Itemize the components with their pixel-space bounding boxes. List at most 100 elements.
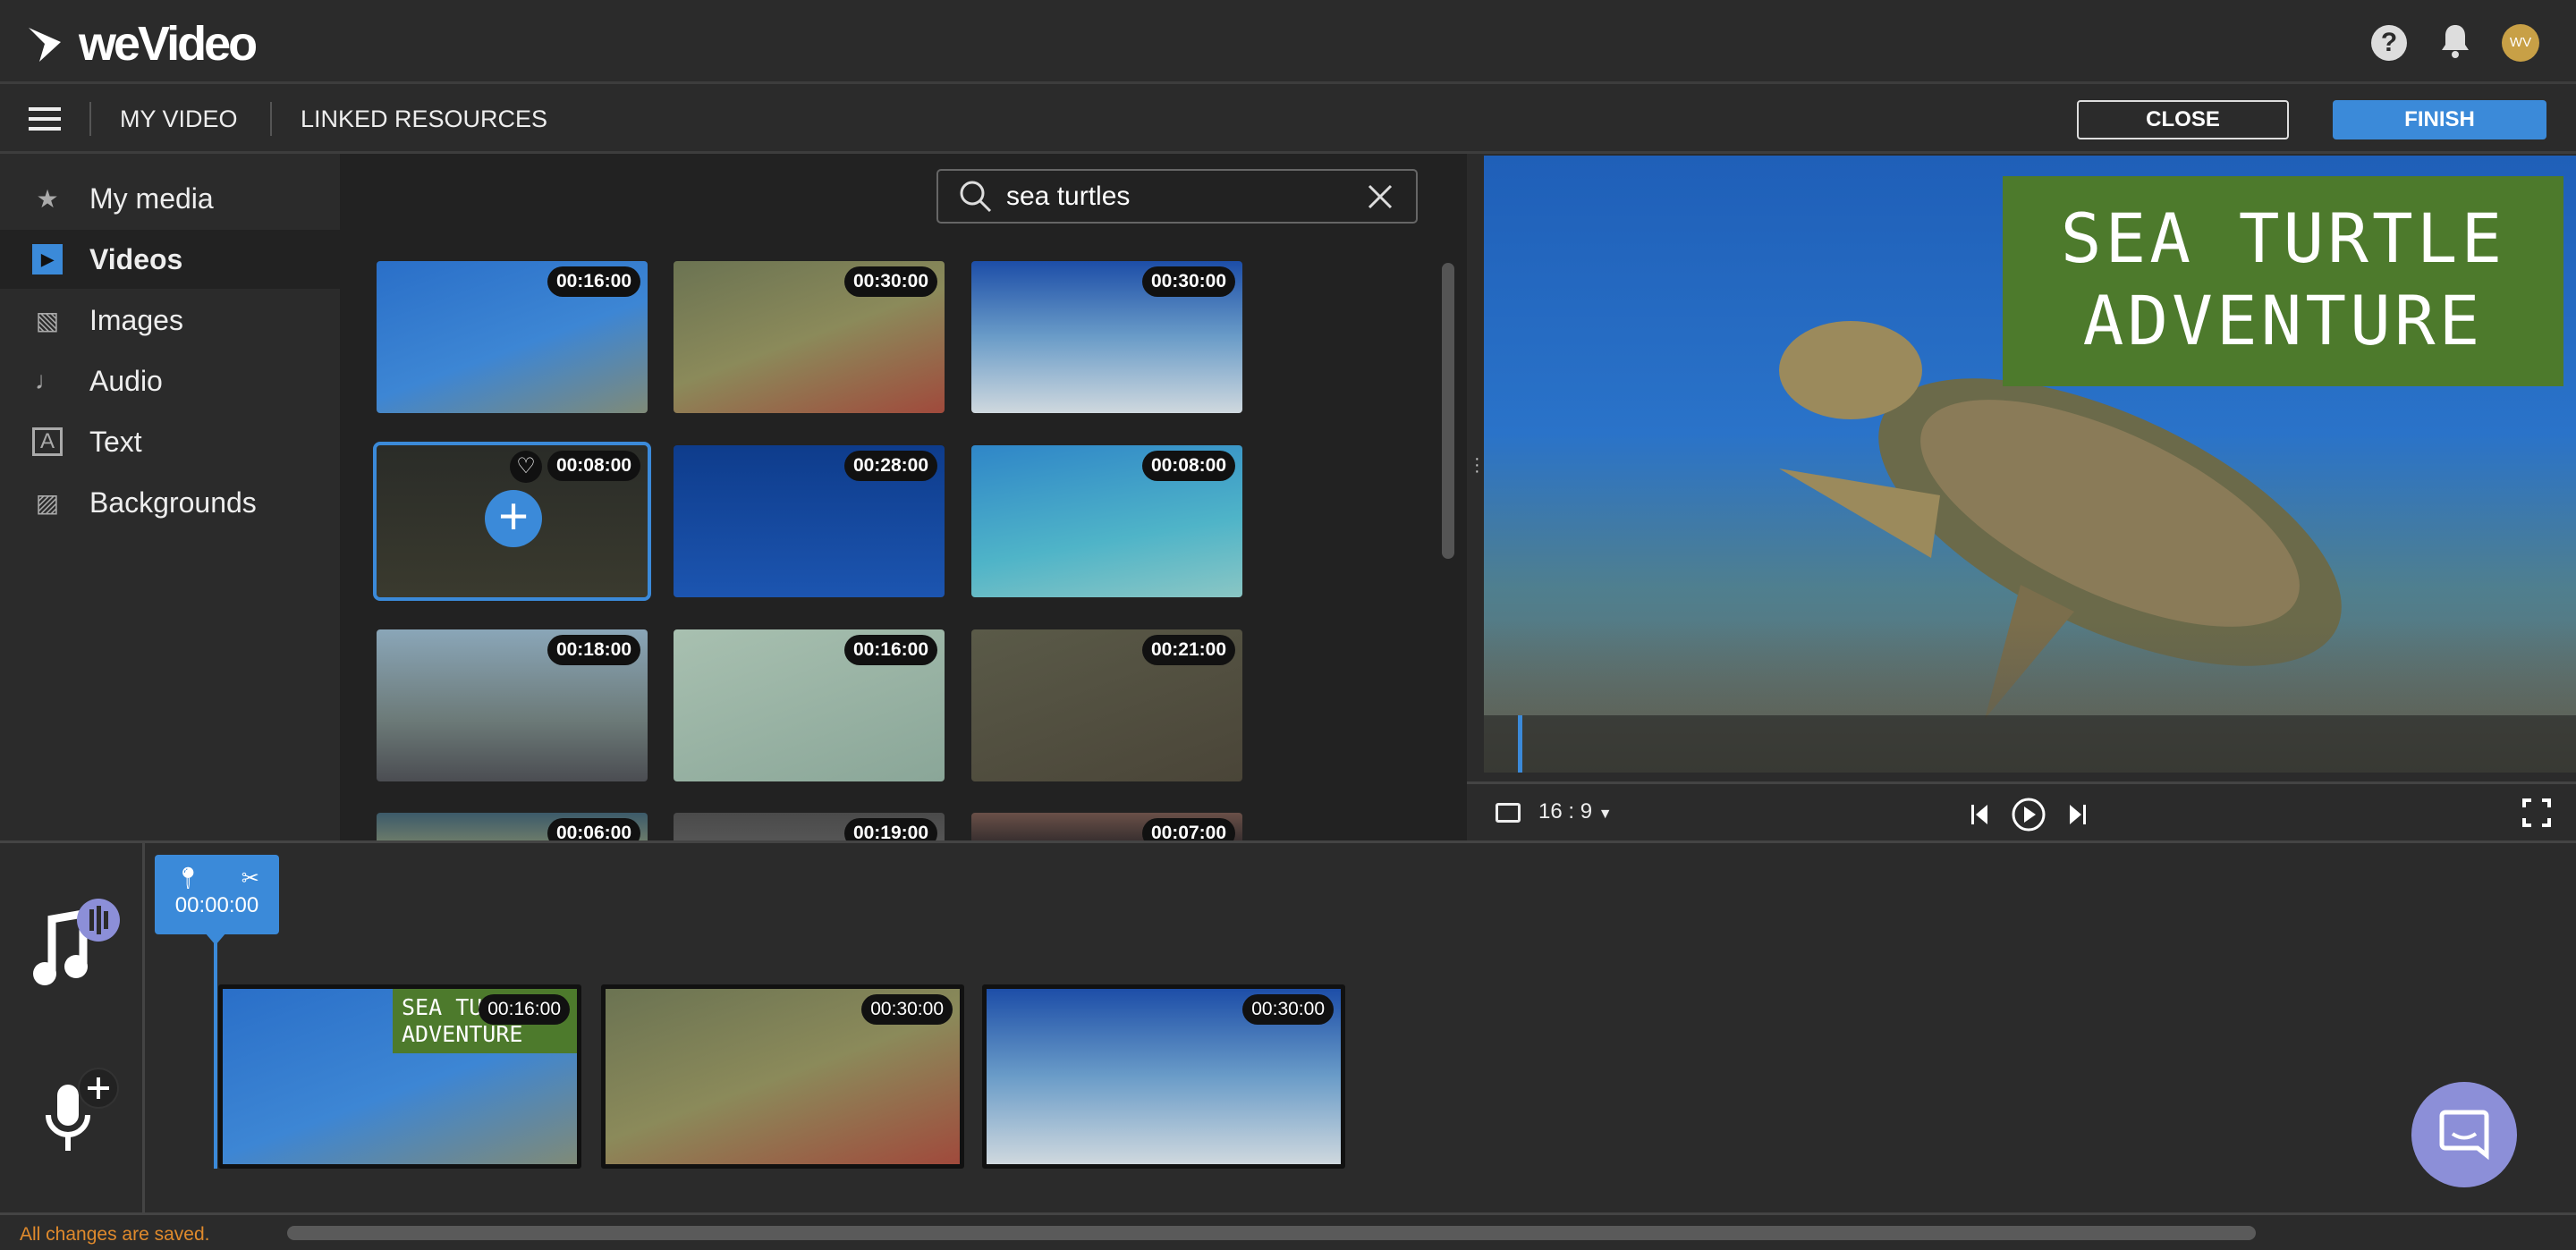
clip-duration: 00:16:00 <box>479 994 570 1025</box>
aspect-ratio-dropdown[interactable]: 16 : 9 ▼ <box>1538 799 1613 824</box>
sidebar-item-label: Images <box>89 303 183 336</box>
skip-back-icon[interactable] <box>1971 805 1987 824</box>
playhead-marker[interactable]: 📍︎ ✂ 00:00:00 <box>155 855 279 934</box>
duration-badge: 00:28:00 <box>843 451 937 481</box>
track-controls <box>0 843 145 1215</box>
duration-badge: 00:16:00 <box>547 266 640 297</box>
sidebar-item-label: Text <box>89 425 142 458</box>
sidebar-item-images[interactable]: ▧ Images <box>0 291 340 350</box>
duration-badge: 00:16:00 <box>843 635 937 665</box>
text-icon: A <box>32 427 63 456</box>
title-line-1: SEA TURTLE <box>2060 198 2506 278</box>
chat-button[interactable] <box>2411 1082 2517 1187</box>
duration-badge: 00:30:00 <box>1141 266 1235 297</box>
media-scrollbar[interactable] <box>1442 263 1454 559</box>
search-icon <box>960 181 992 212</box>
duration-badge: 00:08:00 <box>547 451 640 481</box>
duration-badge: 00:19:00 <box>843 818 937 840</box>
duration-badge: 00:07:00 <box>1141 818 1235 840</box>
timeline-clip[interactable]: 00:30:00 <box>601 984 964 1169</box>
clip-duration: 00:30:00 <box>1242 994 1334 1025</box>
top-bar: weVideo ? WV <box>0 0 2576 84</box>
sidebar-item-videos[interactable]: ▶ Videos <box>0 230 340 289</box>
media-thumbnail[interactable]: 00:16:00 <box>377 261 648 413</box>
status-bar: All changes are saved. <box>0 1212 2576 1250</box>
sidebar-item-audio[interactable]: ♩ Audio <box>0 351 340 410</box>
folder-star-icon: ★ <box>36 184 59 213</box>
music-track-icon[interactable] <box>27 897 125 991</box>
media-thumbnail[interactable]: 00:07:00 <box>971 813 1242 840</box>
video-play-icon: ▶ <box>32 244 63 274</box>
title-line-2: ADVENTURE <box>2082 281 2484 360</box>
preview-scrubber[interactable] <box>1484 715 2576 773</box>
preview-playhead[interactable] <box>1518 715 1522 773</box>
timeline: 📍︎ ✂ 00:00:00 SEA TURTLE ADVENTURE 00:16:00… <box>0 840 2576 1215</box>
fullscreen-icon[interactable] <box>2522 798 2551 827</box>
sidebar-item-label: Videos <box>89 242 183 275</box>
duration-badge: 00:21:00 <box>1141 635 1235 665</box>
sidebar-item-label: Backgrounds <box>89 486 257 519</box>
add-to-timeline-icon[interactable]: + <box>485 490 542 547</box>
media-thumbnail[interactable]: 00:28:00 <box>674 445 945 597</box>
search-input[interactable] <box>1006 181 1366 212</box>
linked-resources-link[interactable]: LINKED RESOURCES <box>301 84 547 154</box>
media-thumbnail[interactable]: 00:06:00 <box>377 813 648 840</box>
split-scissors-icon[interactable]: ✂ <box>242 866 259 891</box>
media-thumbnail[interactable]: 00:19:00 <box>674 813 945 840</box>
duration-badge: 00:18:00 <box>547 635 640 665</box>
close-button[interactable]: CLOSE <box>2077 100 2289 139</box>
aspect-ratio-value: 16 : 9 <box>1538 799 1593 823</box>
caret-down-icon: ▼ <box>1597 807 1613 822</box>
aspect-ratio-icon <box>1496 803 1521 823</box>
sidebar-item-backgrounds[interactable]: ▨ Backgrounds <box>0 473 340 532</box>
clip-duration: 00:30:00 <box>861 994 953 1025</box>
media-thumbnail[interactable]: 00:08:00 ♡ + <box>373 442 651 601</box>
timeline-clip[interactable]: 00:30:00 <box>982 984 1345 1169</box>
timeline-clip[interactable]: SEA TURTLE ADVENTURE 00:16:00 <box>218 984 581 1169</box>
media-thumbnail[interactable]: 00:21:00 <box>971 629 1242 781</box>
video-preview[interactable]: SEA TURTLE ADVENTURE <box>1484 156 2576 773</box>
save-status: All changes are saved. <box>20 1224 210 1245</box>
logo-icon <box>29 28 61 62</box>
preview-controls: 16 : 9 ▼ <box>1467 781 2576 840</box>
my-video-link[interactable]: MY VIDEO <box>120 84 238 154</box>
duration-badge: 00:30:00 <box>843 266 937 297</box>
panel-resize-handle[interactable]: · · · <box>1467 154 1484 840</box>
duration-badge: 00:06:00 <box>547 818 640 840</box>
bell-icon[interactable] <box>2440 23 2470 63</box>
add-marker-icon[interactable]: 📍︎ <box>174 866 201 891</box>
favorite-heart-icon[interactable]: ♡ <box>510 451 542 483</box>
image-icon: ▧ <box>35 306 60 334</box>
finish-button[interactable]: FINISH <box>2333 100 2546 139</box>
timeline-scrollbar[interactable] <box>287 1226 2256 1240</box>
clip-title-line-2: ADVENTURE <box>402 1021 523 1047</box>
add-voiceover-icon[interactable] <box>36 1067 125 1161</box>
media-thumbnail[interactable]: 00:30:00 <box>674 261 945 413</box>
playhead-time: 00:00:00 <box>174 893 259 917</box>
media-thumbnail[interactable]: 00:30:00 <box>971 261 1242 413</box>
skip-forward-icon[interactable] <box>2070 805 2086 824</box>
duration-badge: 00:08:00 <box>1141 451 1235 481</box>
clear-search-icon[interactable] <box>1366 182 1394 211</box>
title-overlay: SEA TURTLE ADVENTURE <box>2003 176 2563 386</box>
sidebar: ★ My media ▶ Videos ▧ Images ♩ Audio A Text ▨… <box>0 154 340 840</box>
sidebar-item-label: My media <box>89 182 214 215</box>
nav-bar: MY VIDEO LINKED RESOURCES CLOSE FINISH <box>0 84 2576 154</box>
sidebar-item-label: Audio <box>89 364 163 397</box>
sidebar-item-text[interactable]: A Text <box>0 412 340 471</box>
media-thumbnail[interactable]: 00:16:00 <box>674 629 945 781</box>
media-thumbnail[interactable]: 00:08:00 <box>971 445 1242 597</box>
search-box[interactable] <box>936 169 1418 224</box>
help-icon[interactable]: ? <box>2371 25 2407 61</box>
sidebar-item-my-media[interactable]: ★ My media <box>0 169 340 228</box>
play-icon[interactable] <box>2012 798 2046 832</box>
media-thumbnail[interactable]: 00:18:00 <box>377 629 648 781</box>
transport-controls <box>1971 798 2086 832</box>
logo-text: weVideo <box>79 17 258 71</box>
backgrounds-icon: ▨ <box>35 488 60 517</box>
wevideo-logo[interactable]: weVideo <box>27 16 258 72</box>
chat-icon <box>2439 1110 2489 1161</box>
hamburger-icon[interactable] <box>29 107 61 131</box>
avatar[interactable]: WV <box>2502 24 2539 62</box>
playhead-line[interactable] <box>214 943 217 1169</box>
